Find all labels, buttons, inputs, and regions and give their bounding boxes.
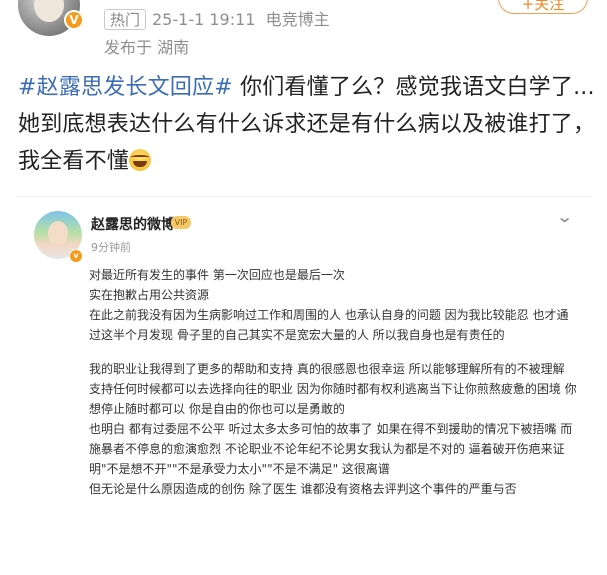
body-line: 也明白 都有过委屈不公平 听过太多太多可怕的故事了 如果在得不到援助的情况下被捂… xyxy=(89,422,573,476)
body-line: 我的职业让我得到了更多的帮助和支持 真的很感恩也很幸运 所以能够理解所有的不被理… xyxy=(89,362,565,376)
body-line: 在此之前我没有因为生病影响过工作和周围的人 也承认自身的问题 因为我比较能忍 也… xyxy=(89,308,569,342)
vip-icon: VIP xyxy=(171,216,191,229)
post-meta: 25-1-1 19:11 电竞博主 xyxy=(152,9,330,31)
body-line: 对最近所有发生的事件 第一次回应也是最后一次 xyxy=(89,268,345,282)
post-text: #赵露思发长文回应# 你们看懂了么？感觉我语文白学了...她到底想表达什么有什么… xyxy=(18,69,598,180)
embedded-username: 赵露思的微博 xyxy=(91,217,175,233)
post-location: 发布于 湖南 xyxy=(104,38,190,57)
chevron-down-icon: ⌄ xyxy=(555,207,574,226)
hashtag-link[interactable]: #赵露思发长文回应# xyxy=(18,75,233,100)
hot-badge: 热门 xyxy=(104,9,147,30)
embedded-verified-badge-icon: v xyxy=(69,249,83,263)
embedded-time-ago: 9分钟前 xyxy=(91,241,131,254)
laughing-crying-emoji-icon xyxy=(129,149,152,171)
embedded-post-body: 对最近所有发生的事件 第一次回应也是最后一次 实在抱歉占用公共资源 在此之前我没… xyxy=(89,265,577,499)
post-source: 电竞博主 xyxy=(265,10,330,29)
body-line: 支持任何时候都可以去选择向往的职业 因为你随时都有权利逃离当下让你煎熬疲惫的困境… xyxy=(89,382,577,416)
verified-badge-icon: V xyxy=(64,10,84,30)
embedded-post-image[interactable]: v 赵露思的微博 VIP 9分钟前 ⌄ 对最近所有发生的事件 第一次回应也是最后… xyxy=(18,196,591,575)
follow-button[interactable]: +关注 xyxy=(498,0,588,14)
body-line: 但无论是什么原因造成的创伤 除了医生 谁都没有资格去评判这个事件的严重与否 xyxy=(89,482,517,496)
post-timestamp: 25-1-1 19:11 xyxy=(152,10,256,29)
body-line: 实在抱歉占用公共资源 xyxy=(89,288,210,302)
